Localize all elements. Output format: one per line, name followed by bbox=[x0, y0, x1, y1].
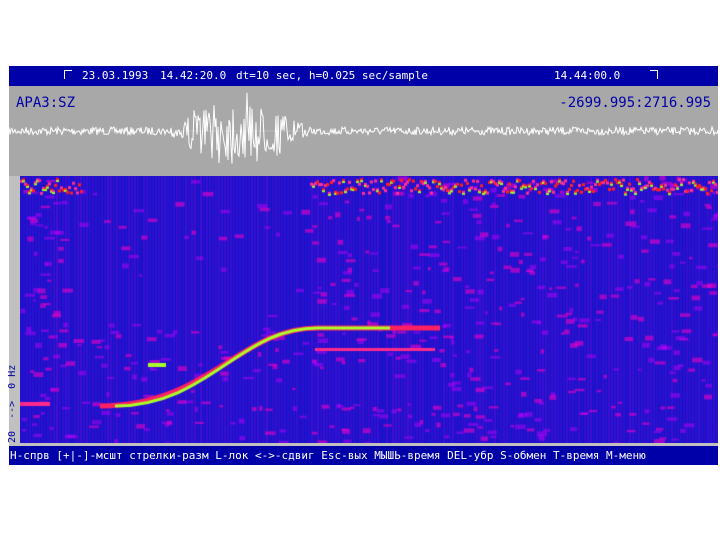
spectrogram[interactable] bbox=[20, 176, 718, 443]
frequency-axis: 20 --> 0 Hz bbox=[7, 176, 20, 443]
amplitude-range: -2699.995:2716.995 bbox=[559, 95, 711, 111]
record-date: 23.03.1993 bbox=[82, 69, 149, 82]
frequency-axis-label: 20 --> 0 Hz bbox=[7, 364, 18, 443]
seismogram-viewer-window: 23.03.1993 14.42:20.0 dt=10 sec, h=0.025… bbox=[7, 66, 718, 465]
end-time: 14.44:00.0 bbox=[554, 69, 621, 82]
keyboard-help: H-спрв [+|-]-мсшт стрелки-разм L-лок <->… bbox=[10, 449, 646, 462]
waveform-panel[interactable]: APA3:SZ -2699.995:2716.995 bbox=[9, 86, 718, 176]
station-label: APA3:SZ bbox=[16, 95, 76, 111]
window-end-marker[interactable] bbox=[650, 70, 658, 79]
header-bar: 23.03.1993 14.42:20.0 dt=10 sec, h=0.025… bbox=[9, 66, 718, 86]
window-start-marker[interactable] bbox=[64, 70, 72, 79]
status-bar: H-спрв [+|-]-мсшт стрелки-разм L-лок <->… bbox=[9, 446, 718, 465]
spectrogram-image bbox=[20, 176, 718, 443]
sampling-params: dt=10 sec, h=0.025 sec/sample bbox=[236, 69, 429, 82]
start-time: 14.42:20.0 bbox=[160, 69, 227, 82]
